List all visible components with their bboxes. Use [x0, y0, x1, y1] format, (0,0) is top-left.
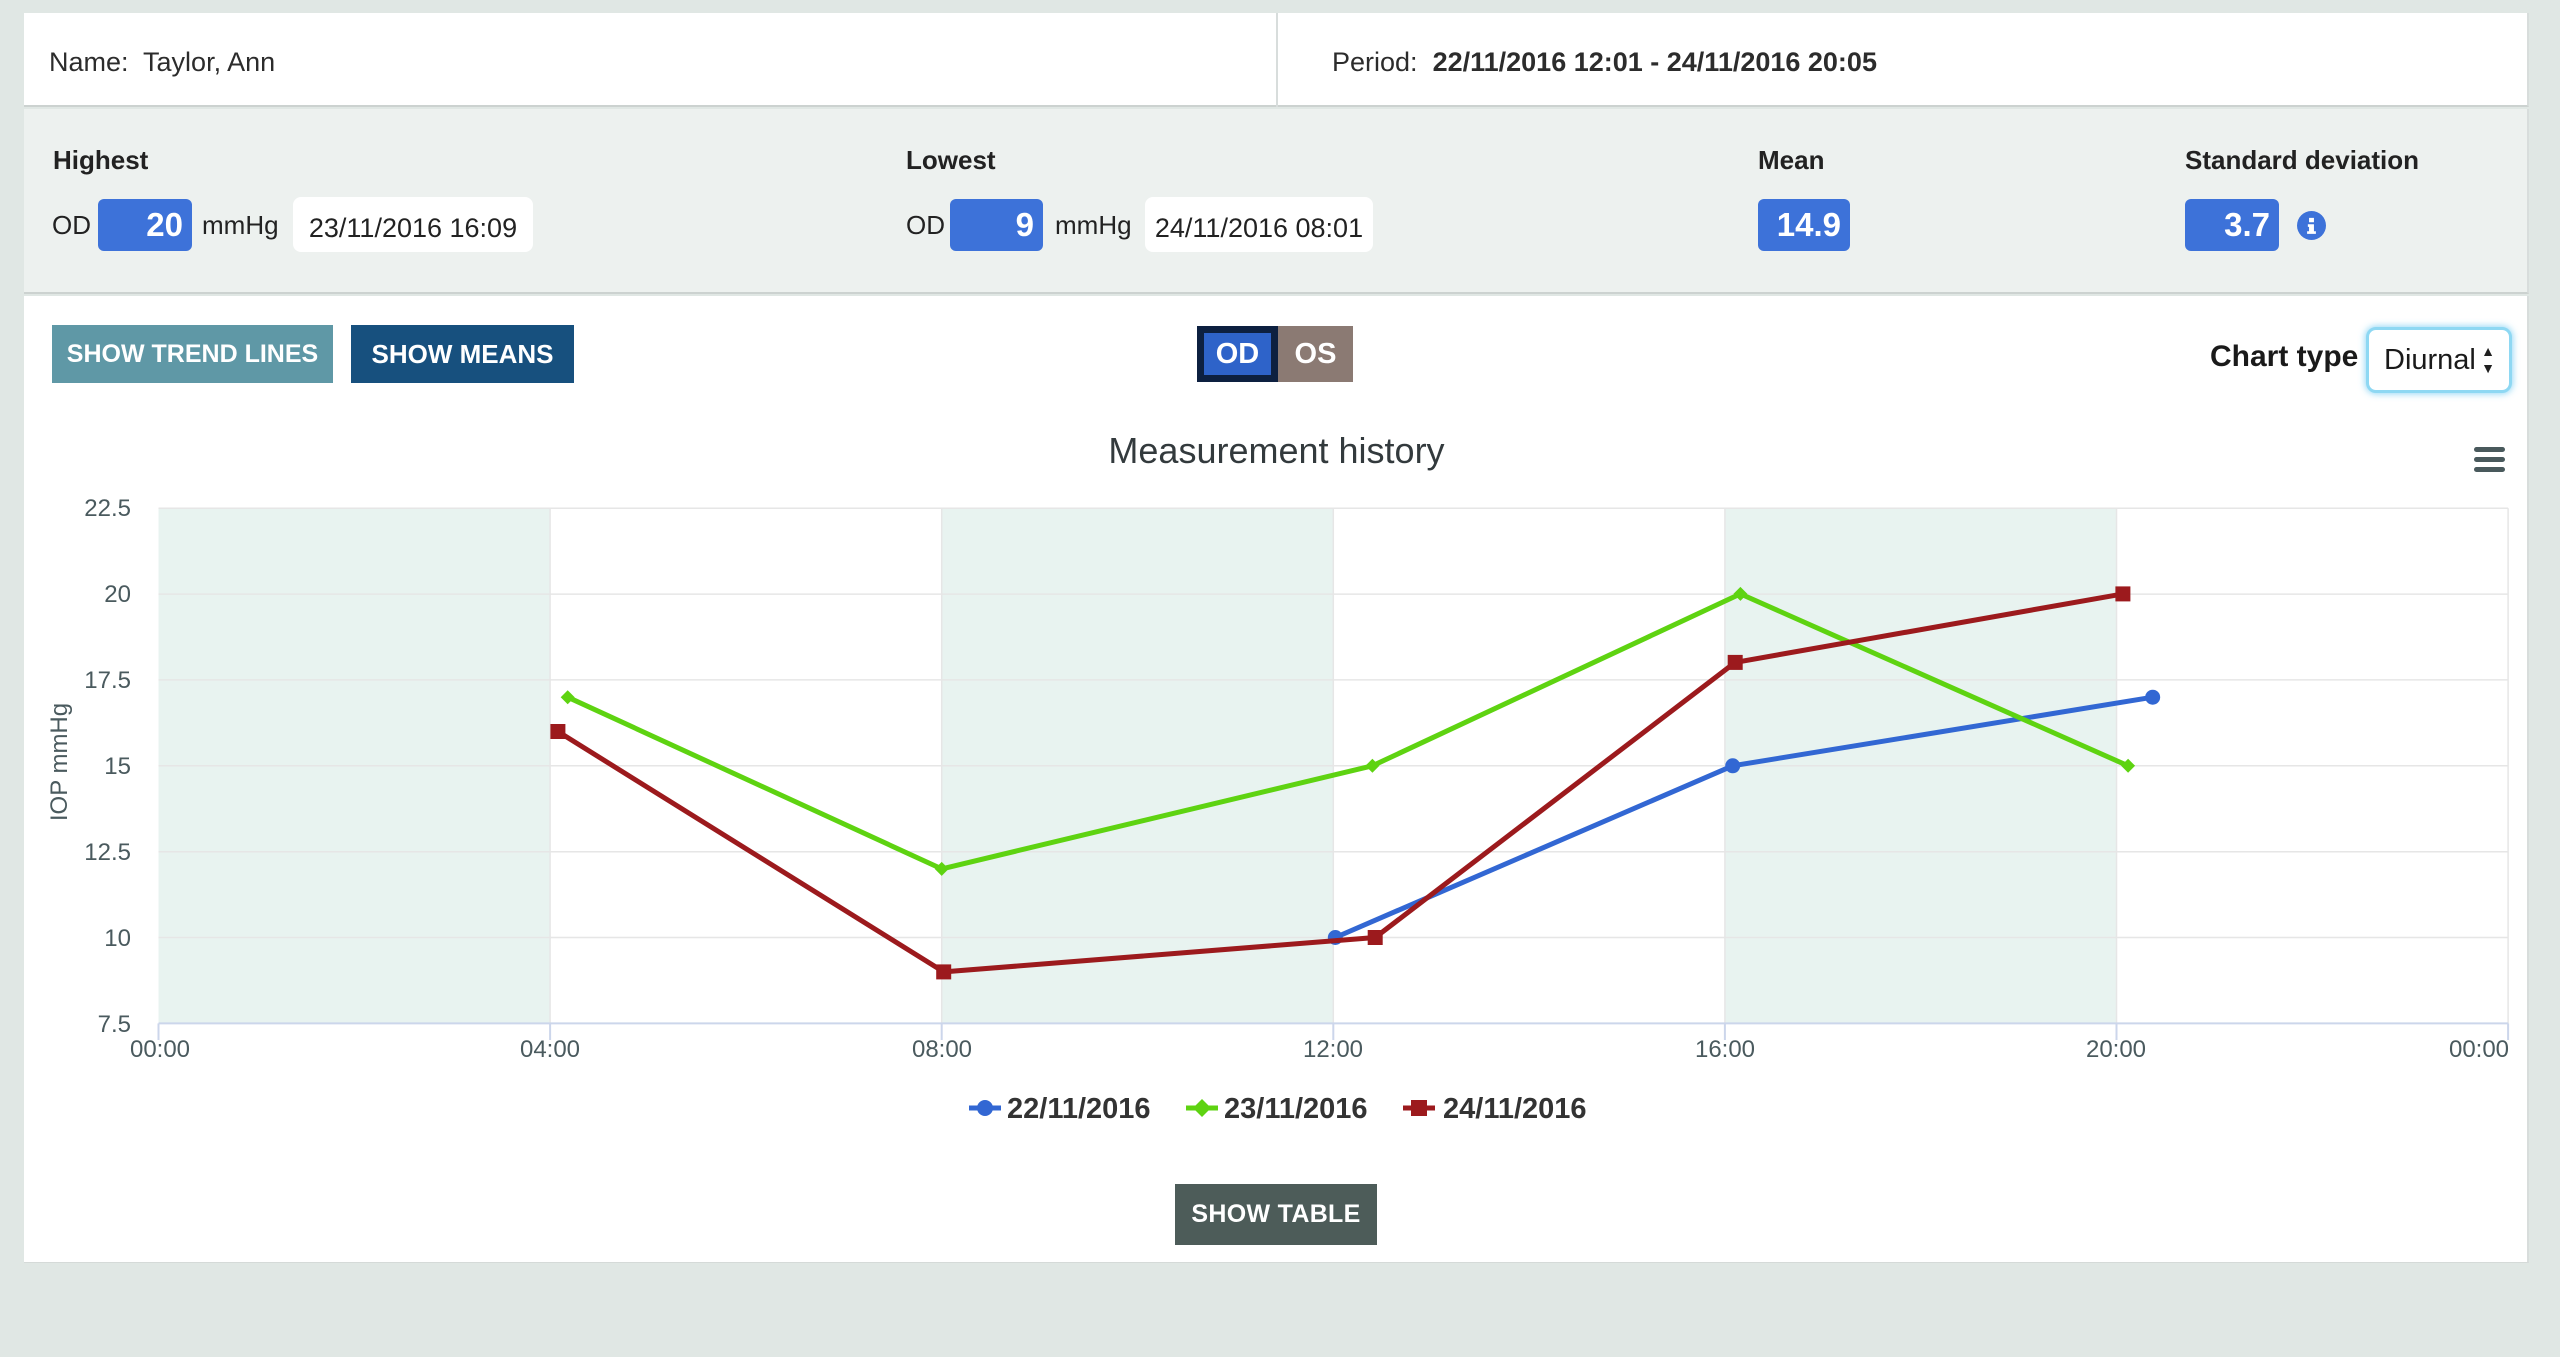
svg-text:00:00: 00:00 [2449, 1036, 2509, 1063]
svg-text:22.5: 22.5 [84, 495, 131, 522]
svg-text:12:00: 12:00 [1303, 1036, 1363, 1063]
svg-text:04:00: 04:00 [520, 1036, 580, 1063]
svg-text:7.5: 7.5 [98, 1011, 131, 1038]
svg-text:10: 10 [104, 925, 131, 952]
svg-text:17.5: 17.5 [84, 667, 131, 694]
svg-text:16:00: 16:00 [1695, 1036, 1755, 1063]
svg-text:20: 20 [104, 581, 131, 608]
svg-text:20:00: 20:00 [2086, 1036, 2146, 1063]
svg-text:12.5: 12.5 [84, 839, 131, 866]
svg-text:23/11/2016: 23/11/2016 [1224, 1093, 1368, 1125]
svg-text:08:00: 08:00 [912, 1036, 972, 1063]
svg-text:24/11/2016: 24/11/2016 [1443, 1093, 1587, 1125]
svg-text:IOP mmHg: IOP mmHg [46, 703, 73, 821]
svg-text:15: 15 [104, 753, 131, 780]
svg-text:22/11/2016: 22/11/2016 [1007, 1093, 1151, 1125]
svg-text:00:00: 00:00 [130, 1036, 190, 1063]
